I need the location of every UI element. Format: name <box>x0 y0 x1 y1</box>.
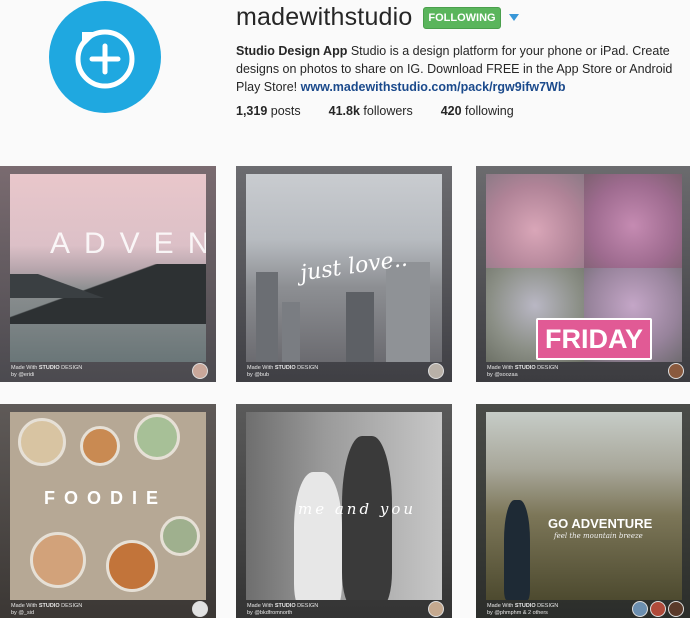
plate-shape <box>134 414 180 460</box>
flower-photo <box>486 174 584 268</box>
author-avatar[interactable] <box>192 601 208 617</box>
author-avatar[interactable] <box>192 363 208 379</box>
author-avatar[interactable] <box>668 363 684 379</box>
building-shape <box>256 272 278 362</box>
post-author: by @bub <box>247 372 270 378</box>
post-author: by @eridi <box>11 372 35 378</box>
stat-followers[interactable]: 41.8k followers <box>329 104 413 118</box>
following-label: following <box>461 104 514 118</box>
post-overlay-text: ADVENTURE <box>50 227 206 260</box>
post-overlay-text: GO ADVENTURE <box>548 516 653 531</box>
post-tile[interactable]: FOODIE Made With STUDIO DESIGN by @_sid <box>0 404 216 618</box>
post-caption: Made With STUDIO DESIGN by @eridi <box>11 365 83 378</box>
building-shape <box>346 292 374 362</box>
flower-photo <box>584 174 682 268</box>
posts-label: posts <box>267 104 301 118</box>
plate-shape <box>30 532 86 588</box>
post-overlay-text: FRIDAY <box>536 318 652 360</box>
post-tile[interactable]: GO ADVENTURE feel the mountain breeze Ma… <box>476 404 690 618</box>
profile-bio: Studio Design App Studio is a design pla… <box>236 42 676 96</box>
post-author: by @_sid <box>11 610 35 616</box>
author-avatar[interactable] <box>650 601 666 617</box>
following-button[interactable]: FOLLOWING <box>423 7 501 29</box>
person-silhouette <box>504 500 530 600</box>
add-circle-icon <box>75 29 135 89</box>
post-tile[interactable]: ADVENTURE Made With STUDIO DESIGNby @eri… <box>0 166 216 382</box>
post-caption: Made With STUDIO DESIGN by @bub <box>247 365 319 378</box>
post-image: just love.. <box>246 174 442 362</box>
profile-stats: 1,319 posts 41.8k followers 420 followin… <box>236 104 542 118</box>
post-author: by @bkdfromnorth <box>247 610 293 616</box>
post-overlay-subtext: feel the mountain breeze <box>554 532 643 540</box>
author-avatar[interactable] <box>632 601 648 617</box>
plate-shape <box>80 426 120 466</box>
post-image: FRIDAY <box>486 174 682 362</box>
building-shape <box>282 302 300 362</box>
bio-link[interactable]: www.madewithstudio.com/pack/rgw9ifw7Wb <box>301 80 566 94</box>
post-caption: Made With STUDIO DESIGN by @_sid <box>11 603 83 616</box>
post-author: by @soozaa <box>487 372 518 378</box>
post-image: me and you <box>246 412 442 600</box>
plate-shape <box>160 516 200 556</box>
person-shape <box>294 472 342 600</box>
post-image: FOODIE <box>10 412 206 600</box>
post-overlay-text: FOODIE <box>44 488 168 508</box>
following-count: 420 <box>440 104 462 118</box>
followers-count: 41.8k <box>328 104 360 118</box>
author-avatar[interactable] <box>428 363 444 379</box>
post-image: ADVENTURE <box>10 174 206 362</box>
author-avatar[interactable] <box>428 601 444 617</box>
bio-name: Studio Design App <box>236 44 348 58</box>
post-caption: Made With STUDIO DESIGN by @bkdfromnorth <box>247 603 319 616</box>
profile-avatar[interactable] <box>49 1 161 113</box>
post-author: by @phmphm & 2 others <box>487 610 548 616</box>
building-shape <box>386 262 430 362</box>
post-tile[interactable]: me and you Made With STUDIO DESIGN by @bk… <box>236 404 452 618</box>
followers-label: followers <box>359 104 413 118</box>
plate-shape <box>18 418 66 466</box>
stat-posts: 1,319 posts <box>236 104 301 118</box>
profile-username: madewithstudio <box>236 3 413 31</box>
post-image: GO ADVENTURE feel the mountain breeze <box>486 412 682 600</box>
post-tile[interactable]: FRIDAY Made With STUDIO DESIGN by @soozaa <box>476 166 690 382</box>
author-avatar[interactable] <box>668 601 684 617</box>
post-caption: Made With STUDIO DESIGN by @phmphm & 2 ot… <box>487 603 559 616</box>
posts-count: 1,319 <box>236 104 268 118</box>
post-caption: Made With STUDIO DESIGN by @soozaa <box>487 365 559 378</box>
stat-following[interactable]: 420 following <box>441 104 514 118</box>
plate-shape <box>106 540 158 592</box>
post-overlay-text: me and you <box>298 500 417 518</box>
options-caret-icon[interactable] <box>509 14 519 21</box>
mountain-shape <box>10 274 130 298</box>
post-tile[interactable]: just love.. Made With STUDIO DESIGN by @b… <box>236 166 452 382</box>
person-shape <box>342 436 392 600</box>
